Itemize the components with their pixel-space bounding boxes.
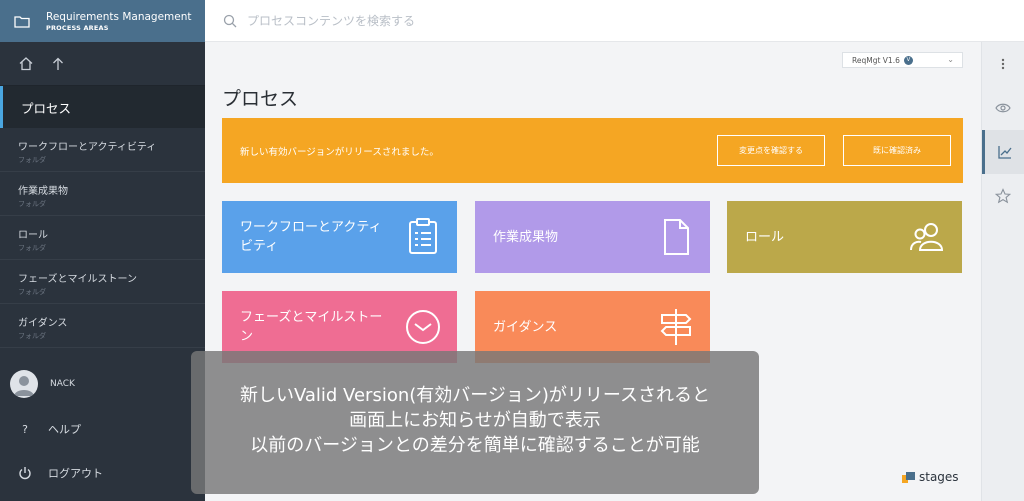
tile-label: フェーズとマイルストーン: [240, 310, 383, 344]
version-select[interactable]: ReqMgt V1.6 V ⌄: [842, 52, 963, 68]
review-changes-button[interactable]: 変更点を確認する: [717, 135, 825, 166]
sidebar-item-sub: フォルダ: [18, 200, 46, 208]
tile-workflow[interactable]: ワークフローとアクティビティ: [222, 201, 457, 273]
view-button[interactable]: [982, 86, 1024, 130]
tile-label: 作業成果物: [493, 229, 559, 245]
tile-roles[interactable]: ロール: [727, 201, 962, 273]
version-badge: V: [903, 55, 913, 65]
release-banner: 新しい有効バージョンがリリースされました。 変更点を確認する 既に確認済み: [222, 118, 963, 183]
search-bar[interactable]: プロセスコンテンツを検索する: [205, 0, 1024, 42]
sidebar-item-label: ワークフローとアクティビティ: [18, 142, 157, 153]
sidebar-item-phases[interactable]: フェーズとマイルストーン フォルダ: [0, 260, 205, 304]
tile-label: ワークフローとアクティビティ: [240, 220, 382, 254]
sidebar-item-guidance[interactable]: ガイダンス フォルダ: [0, 304, 205, 348]
sidebar-item-label: 作業成果物: [18, 186, 68, 197]
more-vertical-icon: [1001, 58, 1005, 70]
sidebar-item-process[interactable]: プロセス: [0, 86, 205, 128]
logo-text: stages: [919, 470, 959, 484]
power-icon: [19, 467, 31, 480]
sidebar-item-label: フェーズとマイルストーン: [18, 274, 137, 285]
sidebar-item-sub: フォルダ: [18, 156, 46, 164]
sidebar-item-sub: フォルダ: [18, 332, 46, 340]
sidebar-item-workflow[interactable]: ワークフローとアクティビティ フォルダ: [0, 128, 205, 172]
banner-message: 新しい有効バージョンがリリースされました。: [240, 146, 439, 158]
tile-label: ロール: [745, 229, 785, 245]
right-toolbar: [981, 42, 1024, 501]
document-icon: [664, 219, 689, 255]
sidebar-item-sub: フォルダ: [18, 288, 46, 296]
caption-line-1: 新しいValid Version(有効バージョン)がリリースされると: [239, 385, 711, 406]
sidebar-nav: [0, 42, 205, 86]
avatar: [10, 370, 38, 398]
app-title: Requirements Management: [46, 10, 192, 23]
chart-icon: [997, 146, 1012, 159]
caption-overlay: 新しいValid Version(有効バージョン)がリリースされると 画面上にお…: [191, 351, 759, 494]
search-icon: [223, 14, 237, 27]
stages-logo: stages: [902, 470, 959, 484]
metrics-button[interactable]: [982, 130, 1024, 174]
already-confirmed-button[interactable]: 既に確認済み: [843, 135, 951, 166]
sidebar-item-label: ロール: [18, 230, 48, 241]
app-subtitle: PROCESS AREAS: [46, 23, 109, 32]
more-button[interactable]: [982, 42, 1024, 86]
sidebar-item-sub: フォルダ: [18, 244, 46, 252]
users-icon: [910, 223, 944, 251]
page-title: プロセス: [222, 88, 299, 110]
star-icon: [995, 188, 1011, 204]
arrow-up-icon[interactable]: [52, 57, 64, 71]
logout-link[interactable]: ログアウト: [0, 465, 205, 481]
user-profile[interactable]: NACK: [0, 370, 205, 398]
sidebar-item-label: ガイダンス: [18, 318, 68, 329]
stages-logo-icon: [902, 471, 915, 483]
help-label: ヘルプ: [48, 423, 81, 436]
favorite-button[interactable]: [982, 174, 1024, 218]
caption-line-2: 画面上にお知らせが自動で表示: [349, 410, 601, 431]
chevron-down-icon: ⌄: [947, 55, 954, 64]
search-input[interactable]: プロセスコンテンツを検索する: [247, 12, 415, 29]
caption-line-3: 以前のバージョンとの差分を簡単に確認することが可能: [250, 435, 700, 456]
sidebar: Requirements Management PROCESS AREAS プロ…: [0, 0, 205, 501]
folder-icon: [14, 15, 30, 28]
help-icon: ?: [22, 422, 28, 436]
clock-icon: [406, 310, 440, 344]
eye-icon: [995, 103, 1011, 113]
user-icon: [14, 376, 34, 396]
sidebar-item-roles[interactable]: ロール フォルダ: [0, 216, 205, 260]
version-label: ReqMgt V1.6: [852, 55, 900, 65]
clipboard-icon: [409, 218, 437, 254]
tile-work-products[interactable]: 作業成果物: [475, 201, 710, 273]
sidebar-item-work-products[interactable]: 作業成果物 フォルダ: [0, 172, 205, 216]
signpost-icon: [660, 309, 692, 345]
help-link[interactable]: ? ヘルプ: [0, 421, 205, 437]
user-name: NACK: [50, 379, 75, 389]
process-area-header[interactable]: Requirements Management PROCESS AREAS: [0, 0, 205, 42]
home-icon[interactable]: [18, 56, 34, 71]
logout-label: ログアウト: [48, 467, 103, 480]
tile-label: ガイダンス: [493, 319, 558, 335]
